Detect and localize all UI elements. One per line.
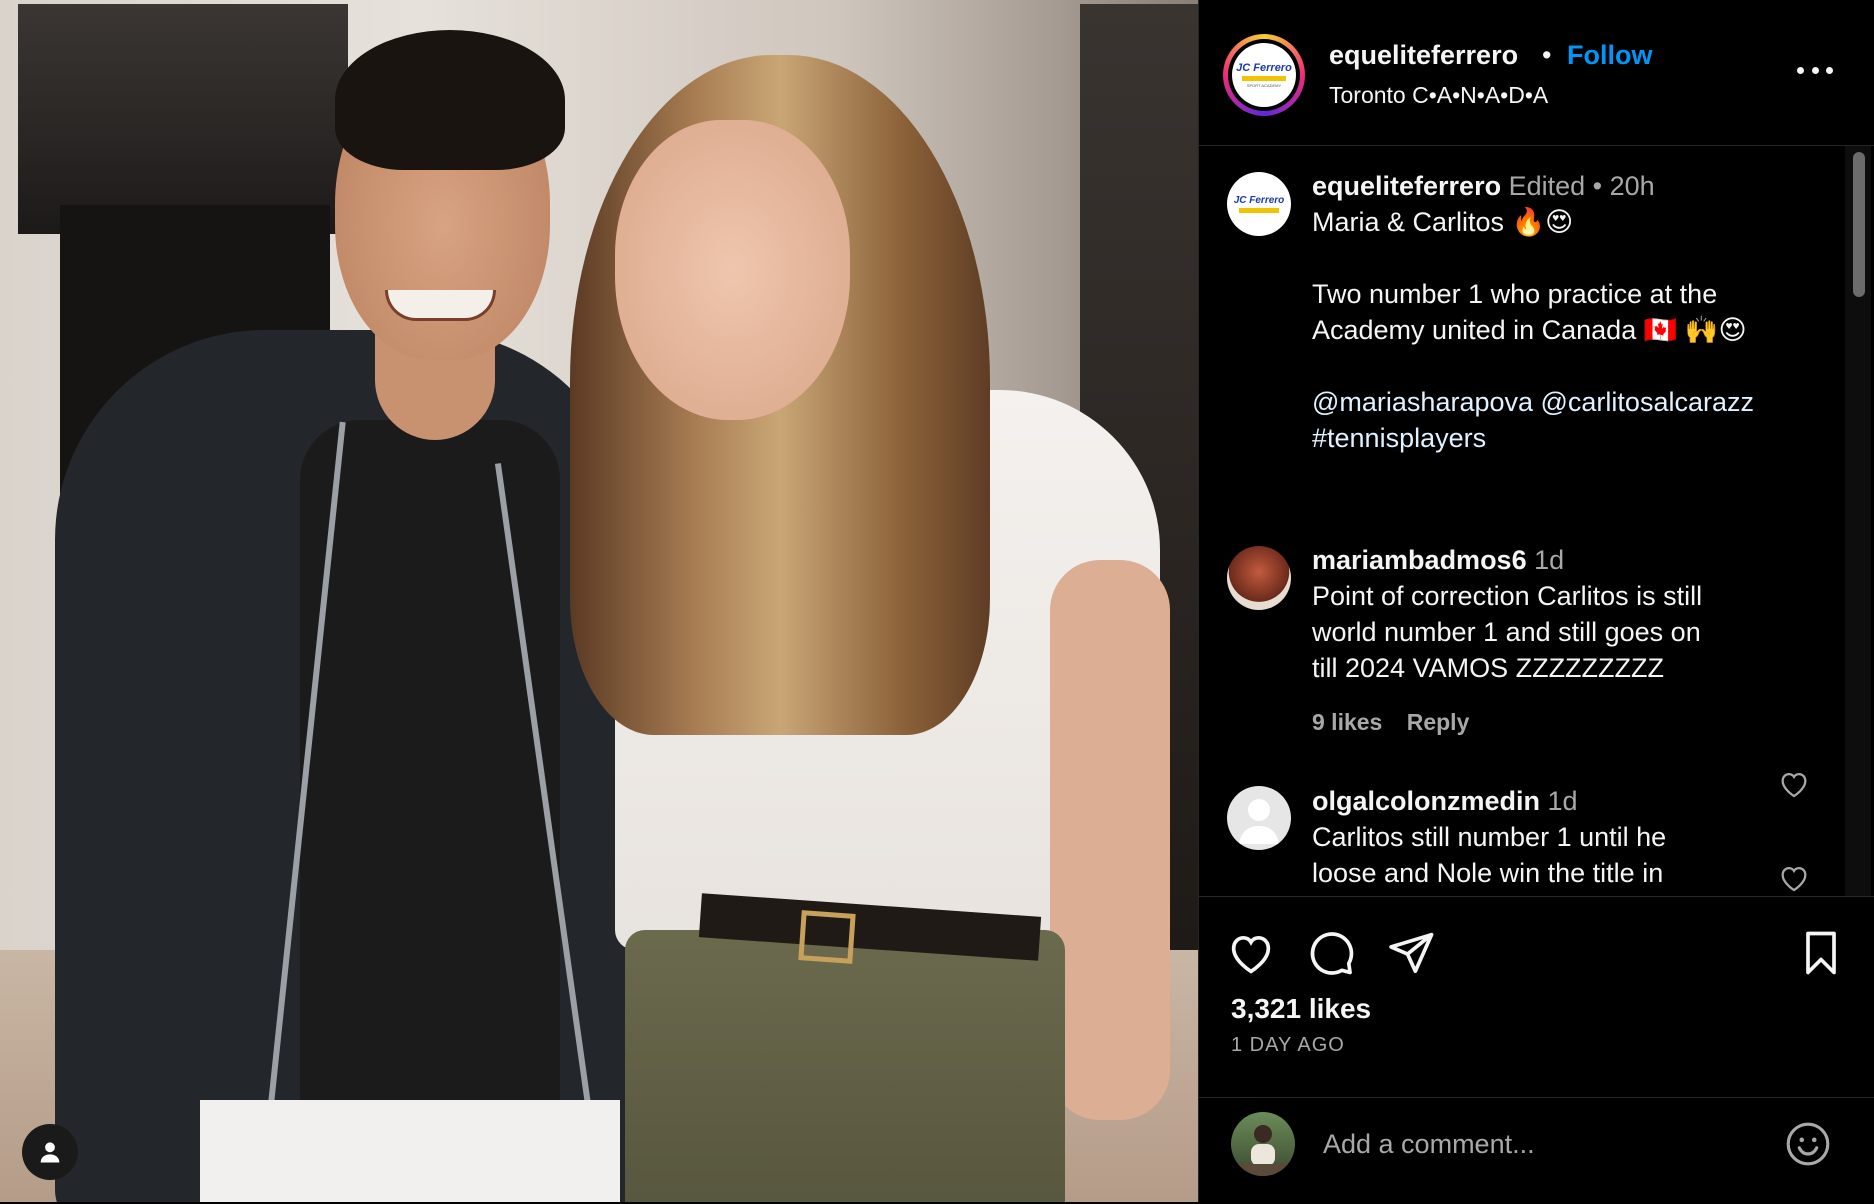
caption-time: 20h xyxy=(1609,171,1655,201)
more-icon[interactable] xyxy=(1797,60,1833,80)
comment-input[interactable] xyxy=(1321,1118,1745,1170)
scrollbar-thumb[interactable] xyxy=(1853,152,1865,297)
logo-subtext: SPORT ACADEMY xyxy=(1246,82,1282,88)
post-photo[interactable] xyxy=(0,0,1198,1202)
comment-like-icon[interactable] xyxy=(1777,861,1811,895)
caption-edited: Edited xyxy=(1508,171,1586,201)
post-location[interactable]: Toronto C•A•N•A•D•A xyxy=(1329,82,1548,109)
comment-text-line: Point of correction Carlitos is still xyxy=(1312,581,1703,611)
caption-header: equeliteferrero Edited • 20h xyxy=(1312,168,1655,204)
man-hair xyxy=(335,30,565,170)
caption-username[interactable]: equeliteferrero xyxy=(1312,171,1501,201)
comment-text-line: loose and Nole win the title in xyxy=(1312,858,1664,888)
heart-icon[interactable] xyxy=(1225,927,1277,979)
commenter-avatar[interactable] xyxy=(1227,546,1291,610)
reply-button[interactable]: Reply xyxy=(1407,709,1470,735)
current-user-avatar[interactable] xyxy=(1231,1112,1295,1176)
comment-text-line: Carlitos still number 1 until he xyxy=(1312,822,1667,852)
send-icon[interactable] xyxy=(1385,927,1437,979)
logo-text: JC Ferrero xyxy=(1236,61,1292,74)
comment-time: 1d xyxy=(1534,545,1565,575)
comments-scrollbar[interactable] xyxy=(1845,146,1871,896)
caption-text-line: Academy united in Canada 🇨🇦 🙌😍 xyxy=(1312,315,1747,345)
comment-meta: 9 likes Reply xyxy=(1312,709,1469,736)
bookmark-icon[interactable] xyxy=(1795,927,1847,979)
separator-dot: • xyxy=(1542,40,1552,70)
comment-like-icon[interactable] xyxy=(1777,767,1811,801)
author-avatar[interactable]: JC Ferrero SPORT ACADEMY xyxy=(1223,34,1305,116)
comment-header: mariambadmos6 1d xyxy=(1312,542,1564,578)
comment-text-line: till 2024 VAMOS ZZZZZZZZZ xyxy=(1312,653,1665,683)
user-tag-icon[interactable] xyxy=(22,1124,78,1180)
caption-hashtag[interactable]: #tennisplayers xyxy=(1312,420,1486,456)
caption-text-line: Maria & Carlitos 🔥😍 xyxy=(1312,207,1574,237)
comment-likes[interactable]: 9 likes xyxy=(1312,709,1382,735)
separator-dot: • xyxy=(1592,171,1603,201)
woman-belt-buckle xyxy=(798,910,856,964)
comments-list[interactable]: JC Ferrero equeliteferrero Edited • 20h … xyxy=(1199,146,1847,896)
caption-avatar[interactable]: JC Ferrero xyxy=(1227,172,1291,236)
man-pants xyxy=(200,1100,620,1202)
comment-header: olgalcolonzmedin 1d xyxy=(1312,783,1578,819)
commenter-avatar[interactable] xyxy=(1227,786,1291,850)
comment-text-line: world number 1 and still goes on xyxy=(1312,617,1701,647)
photo-bg-panel xyxy=(18,4,348,234)
emoji-icon[interactable] xyxy=(1783,1119,1833,1169)
post-age[interactable]: 1 DAY AGO xyxy=(1231,1034,1345,1057)
comment-time: 1d xyxy=(1547,786,1578,816)
post-actions: 3,321 likes 1 DAY AGO xyxy=(1199,896,1874,1203)
woman-arm xyxy=(1050,560,1170,1120)
caption-text-line: Two number 1 who practice at the xyxy=(1312,279,1718,309)
comment-username[interactable]: olgalcolonzmedin xyxy=(1312,786,1540,816)
academy-logo: JC Ferrero SPORT ACADEMY xyxy=(1232,43,1296,107)
woman-pants xyxy=(625,930,1065,1202)
woman-face xyxy=(615,120,850,420)
comment-username[interactable]: mariambadmos6 xyxy=(1312,545,1527,575)
post-side-panel: JC Ferrero SPORT ACADEMY equeliteferrero… xyxy=(1198,0,1874,1202)
post-header: JC Ferrero SPORT ACADEMY equeliteferrero… xyxy=(1199,0,1874,146)
logo-text: JC Ferrero xyxy=(1233,195,1285,206)
follow-button[interactable]: Follow xyxy=(1567,40,1652,71)
likes-count[interactable]: 3,321 likes xyxy=(1231,993,1371,1025)
comment-icon[interactable] xyxy=(1305,927,1357,979)
author-username[interactable]: equeliteferrero xyxy=(1329,40,1518,71)
man-smile xyxy=(385,290,496,321)
man-shirt xyxy=(300,420,560,1140)
caption-mentions[interactable]: @mariasharapova @carlitosalcarazz xyxy=(1312,384,1754,420)
